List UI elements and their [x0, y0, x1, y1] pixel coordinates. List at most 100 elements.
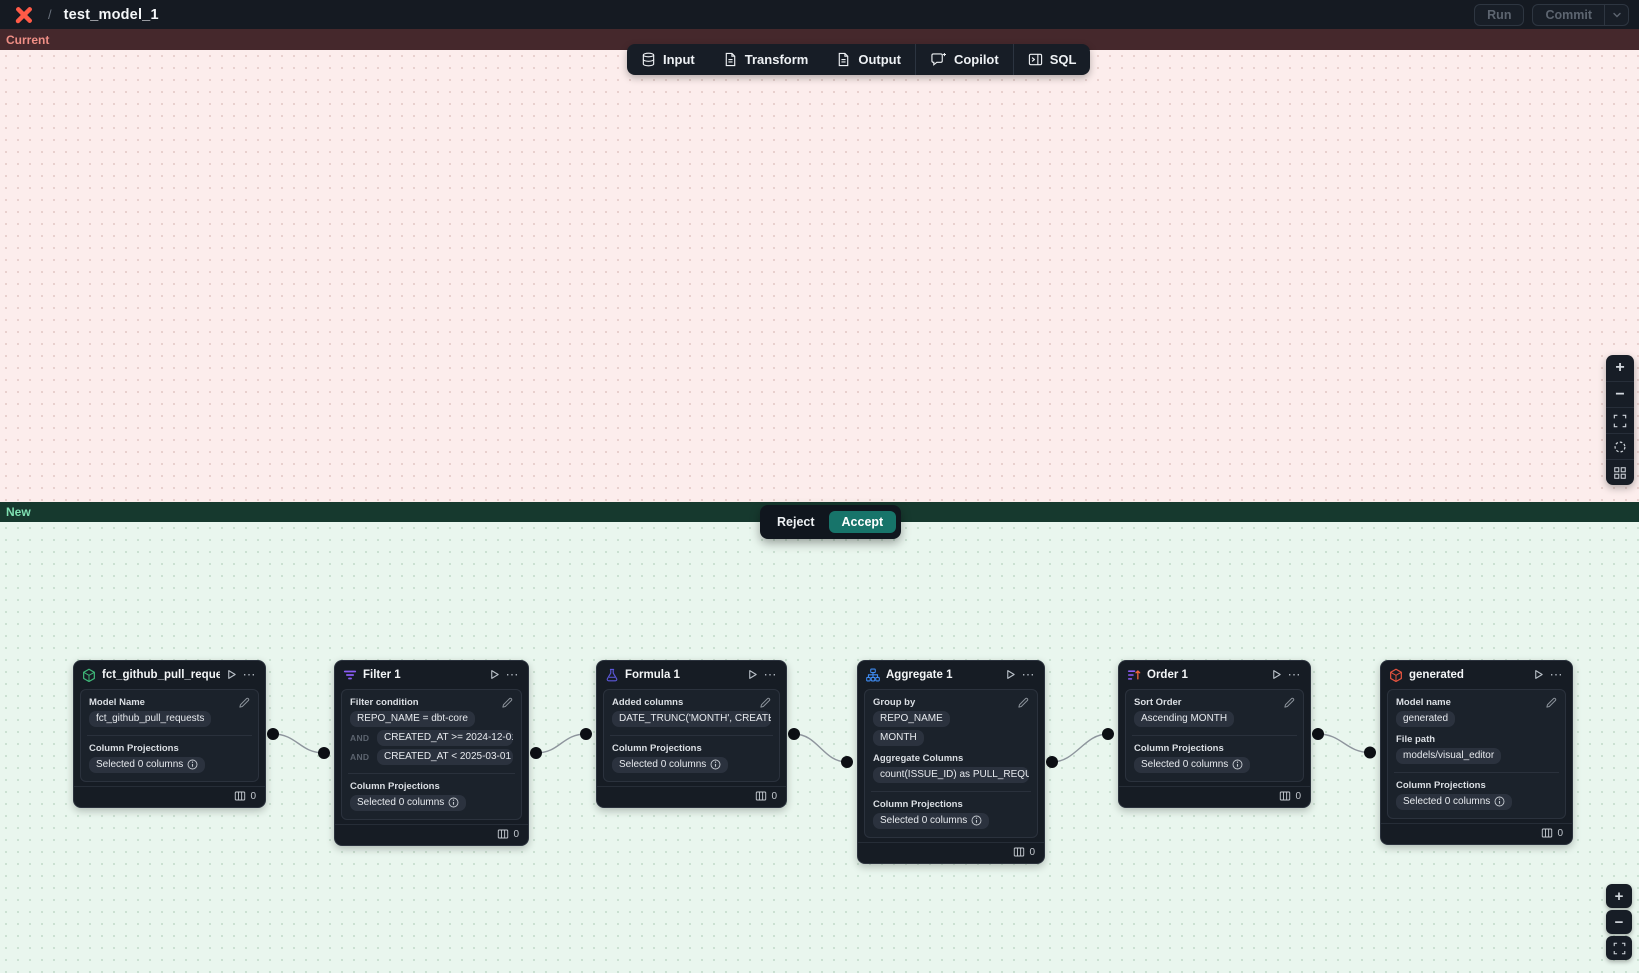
commit-button[interactable]: Commit — [1533, 5, 1604, 25]
page-title: test_model_1 — [64, 7, 1467, 23]
node-menu-button[interactable]: ⋯ — [506, 670, 520, 680]
node-header[interactable]: Order 1 ⋯ — [1119, 661, 1310, 688]
value-chip[interactable]: CREATED_AT >= 2024-12-01 — [377, 730, 513, 746]
target-handle[interactable] — [318, 747, 330, 759]
target-handle[interactable] — [841, 756, 853, 768]
add-input-button[interactable]: Input — [627, 44, 709, 75]
edit-icon[interactable] — [238, 697, 250, 709]
chip-row: ANDCREATED_AT >= 2024-12-01 — [350, 730, 513, 746]
node-menu-button[interactable]: ⋯ — [1288, 670, 1302, 680]
info-icon[interactable] — [710, 759, 721, 770]
add-transform-button[interactable]: Transform — [709, 44, 823, 75]
node-header[interactable]: Filter 1 ⋯ — [335, 661, 528, 688]
zoom-out-button[interactable]: − — [1606, 381, 1634, 407]
edit-icon[interactable] — [1017, 697, 1029, 709]
column-count: 0 — [771, 791, 777, 802]
aggregate-sitemap-icon — [866, 668, 880, 682]
fit-view-button[interactable] — [1606, 936, 1632, 960]
field-label: Column Projections — [1134, 743, 1295, 754]
node-menu-button[interactable]: ⋯ — [243, 670, 257, 680]
source-handle[interactable] — [788, 728, 800, 740]
info-icon[interactable] — [1494, 796, 1505, 807]
target-handle[interactable] — [1102, 728, 1114, 740]
chip-row: REPO_NAME — [873, 711, 1029, 727]
node-order-1[interactable]: Order 1 ⋯ Sort OrderAscending MONTHColum… — [1118, 660, 1311, 808]
target-handle[interactable] — [1364, 747, 1376, 759]
value-chip[interactable]: Selected 0 columns — [89, 757, 205, 773]
node-menu-button[interactable]: ⋯ — [764, 670, 778, 680]
node-header[interactable]: Formula 1 ⋯ — [597, 661, 786, 688]
node-menu-button[interactable]: ⋯ — [1550, 670, 1564, 680]
file-icon — [723, 52, 738, 67]
sql-button[interactable]: SQL — [1014, 44, 1091, 75]
copilot-button[interactable]: Copilot — [916, 44, 1013, 75]
value-chip[interactable]: Selected 0 columns — [1396, 794, 1512, 810]
field-label: Column Projections — [873, 799, 1029, 810]
node-generated[interactable]: generated ⋯ Model namegeneratedFile path… — [1380, 660, 1573, 845]
source-handle[interactable] — [267, 728, 279, 740]
info-icon[interactable] — [1232, 759, 1243, 770]
node-run-button[interactable] — [747, 669, 758, 680]
value-chip[interactable]: Selected 0 columns — [1134, 757, 1250, 773]
accept-button[interactable]: Accept — [829, 511, 897, 533]
node-run-button[interactable] — [1533, 669, 1544, 680]
edit-icon[interactable] — [1283, 697, 1295, 709]
edit-icon[interactable] — [759, 697, 771, 709]
info-icon[interactable] — [187, 759, 198, 770]
value-chip[interactable]: Ascending MONTH — [1134, 711, 1234, 727]
current-canvas[interactable] — [0, 50, 1639, 502]
tidy-layout-button[interactable] — [1606, 459, 1634, 485]
value-chip[interactable]: fct_github_pull_requests — [89, 711, 211, 727]
node-filter-1[interactable]: Filter 1 ⋯ Filter conditionREPO_NAME = d… — [334, 660, 529, 846]
chevron-down-icon — [1612, 10, 1622, 20]
node-formula-1[interactable]: Formula 1 ⋯ Added columnsDATE_TRUNC('MON… — [596, 660, 787, 808]
interactivity-lock-button[interactable] — [1606, 433, 1634, 459]
field-divider — [610, 735, 773, 736]
file-icon — [836, 52, 851, 67]
node-menu-button[interactable]: ⋯ — [1022, 670, 1036, 680]
source-handle[interactable] — [1046, 756, 1058, 768]
info-icon[interactable] — [448, 797, 459, 808]
value-chip[interactable]: Selected 0 columns — [350, 795, 466, 811]
value-chip[interactable]: count(ISSUE_ID) as PULL_REQUEST_… — [873, 767, 1029, 783]
node-aggregate-1[interactable]: Aggregate 1 ⋯ Group byREPO_NAMEMONTHAggr… — [857, 660, 1045, 864]
node-header[interactable]: Aggregate 1 ⋯ — [858, 661, 1044, 688]
value-chip[interactable]: MONTH — [873, 730, 924, 746]
value-chip[interactable]: generated — [1396, 711, 1455, 727]
node-run-button[interactable] — [226, 669, 237, 680]
current-pane-label: Current — [6, 33, 49, 47]
output-button-label: Output — [858, 52, 901, 67]
node-header[interactable]: fct_github_pull_requests ⋯ — [74, 661, 265, 688]
zoom-in-button[interactable]: + — [1606, 884, 1632, 908]
node-run-button[interactable] — [1005, 669, 1016, 680]
node-run-button[interactable] — [489, 669, 500, 680]
info-icon[interactable] — [971, 815, 982, 826]
value-chip[interactable]: models/visual_editor — [1396, 748, 1501, 764]
value-chip[interactable]: CREATED_AT < 2025-03-01 — [377, 749, 513, 765]
node-run-button[interactable] — [1271, 669, 1282, 680]
zoom-in-button[interactable]: + — [1606, 355, 1634, 381]
field-label: Column Projections — [350, 781, 513, 792]
value-chip[interactable]: REPO_NAME = dbt-core — [350, 711, 475, 727]
value-chip[interactable]: Selected 0 columns — [873, 813, 989, 829]
edit-icon[interactable] — [1545, 697, 1557, 709]
reject-button[interactable]: Reject — [765, 511, 827, 533]
edit-icon[interactable] — [501, 697, 513, 709]
add-output-button[interactable]: Output — [822, 44, 915, 75]
node-fct_github_pull_requests[interactable]: fct_github_pull_requests ⋯ Model Namefct… — [73, 660, 266, 808]
commit-dropdown-button[interactable] — [1604, 5, 1628, 25]
dbt-logo-icon[interactable] — [14, 5, 34, 25]
source-handle[interactable] — [1312, 728, 1324, 740]
new-canvas[interactable]: fct_github_pull_requests ⋯ Model Namefct… — [0, 522, 1639, 973]
value-chip[interactable]: REPO_NAME — [873, 711, 950, 727]
value-chip[interactable]: DATE_TRUNC('MONTH', CREATED_AT… — [612, 711, 771, 727]
run-button[interactable]: Run — [1474, 4, 1524, 26]
target-handle[interactable] — [580, 728, 592, 740]
value-chip[interactable]: Selected 0 columns — [612, 757, 728, 773]
source-handle[interactable] — [530, 747, 542, 759]
fit-view-button[interactable] — [1606, 407, 1634, 433]
breadcrumb-separator: / — [48, 7, 52, 22]
column-count: 0 — [1557, 828, 1563, 839]
node-header[interactable]: generated ⋯ — [1381, 661, 1572, 688]
zoom-out-button[interactable]: − — [1606, 910, 1632, 934]
